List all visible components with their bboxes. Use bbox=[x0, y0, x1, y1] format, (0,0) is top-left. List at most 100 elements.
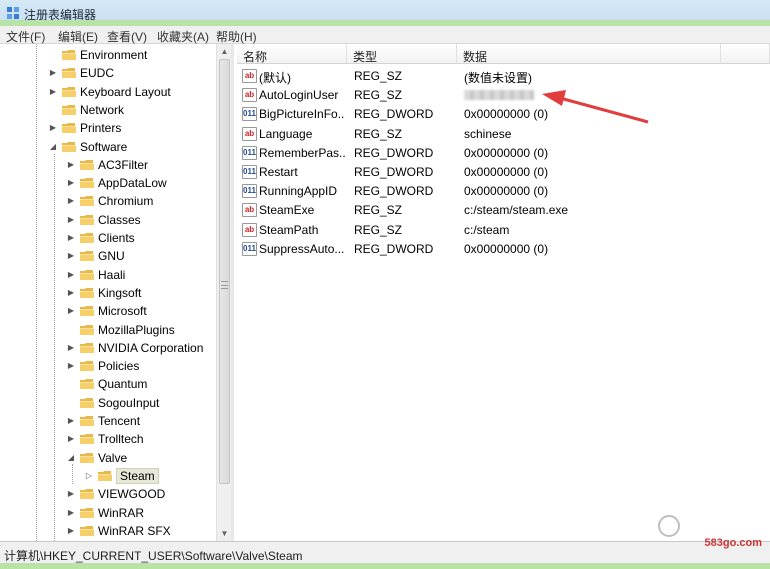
expand-arrow-icon bbox=[66, 325, 76, 335]
tree-item[interactable]: ▶ NVIDIA Corporation bbox=[66, 339, 203, 357]
tree-item[interactable]: ▶ Printers bbox=[48, 119, 121, 137]
menu-file[interactable]: 文件(F) bbox=[6, 28, 45, 45]
expand-arrow-icon[interactable]: ▶ bbox=[66, 489, 76, 499]
scroll-thumb[interactable] bbox=[219, 59, 230, 484]
tree-item[interactable]: ▶ Keyboard Layout bbox=[48, 83, 171, 101]
expand-arrow-icon[interactable]: ▶ bbox=[66, 196, 76, 206]
tree-item[interactable]: ▶ WinRAR SFX bbox=[66, 522, 171, 540]
tree-item[interactable]: ▶ VIEWGOOD bbox=[66, 485, 165, 503]
expand-arrow-icon[interactable]: ▷ bbox=[84, 471, 94, 481]
tree-item[interactable]: ▶ WinRAR bbox=[66, 504, 144, 522]
expand-arrow-icon[interactable]: ▶ bbox=[66, 361, 76, 371]
tree-item[interactable]: ◢ Valve bbox=[66, 449, 127, 467]
tree-item-label-wrap: Printers bbox=[80, 121, 121, 135]
expand-arrow-icon[interactable]: ▶ bbox=[66, 416, 76, 426]
scroll-up-arrow-icon[interactable]: ▲ bbox=[217, 44, 232, 59]
menu-edit[interactable]: 编辑(E) bbox=[58, 28, 98, 45]
tree-item[interactable]: Quantum bbox=[66, 375, 147, 393]
value-data-cell: schinese bbox=[464, 126, 512, 141]
tree-item[interactable]: ▶ Trolltech bbox=[66, 430, 144, 448]
expand-arrow-icon[interactable]: ▶ bbox=[66, 270, 76, 280]
tree-item[interactable]: ▶ GNU bbox=[66, 247, 125, 265]
expand-arrow-icon[interactable]: ▶ bbox=[66, 306, 76, 316]
collapse-arrow-icon[interactable]: ◢ bbox=[48, 142, 58, 152]
tree-item[interactable]: ▶ Kingsoft bbox=[66, 284, 141, 302]
tree-item[interactable]: ▷ Steam bbox=[84, 467, 159, 485]
tree-item[interactable]: Network bbox=[48, 101, 124, 119]
value-name-cell: Restart bbox=[259, 165, 298, 179]
value-type-cell: REG_SZ bbox=[354, 126, 403, 141]
folder-icon bbox=[80, 233, 94, 243]
tree-item[interactable]: ▶ Classes bbox=[66, 211, 141, 229]
tree-item[interactable]: ▶ Microsoft bbox=[66, 302, 147, 320]
tree-item-label: VIEWGOOD bbox=[98, 487, 166, 502]
folder-icon bbox=[80, 434, 94, 445]
value-row[interactable]: 011 Restart REG_DWORD 0x00000000 (0) bbox=[237, 163, 770, 182]
expand-arrow-icon[interactable]: ▶ bbox=[66, 160, 76, 170]
tree-scrollbar[interactable]: ▲ ▼ bbox=[216, 44, 231, 541]
tree-item[interactable]: MozillaPlugins bbox=[66, 321, 175, 339]
expand-arrow-icon[interactable]: ▶ bbox=[66, 288, 76, 298]
value-row[interactable]: 011 SuppressAuto... REG_DWORD 0x00000000 (0… bbox=[237, 240, 770, 259]
expand-arrow-icon[interactable]: ▶ bbox=[66, 434, 76, 444]
value-row[interactable]: ab AutoLoginUser REG_SZ bbox=[237, 86, 770, 105]
tree-item[interactable]: Environment bbox=[48, 46, 147, 64]
tree-item-label-wrap: VIEWGOOD bbox=[98, 487, 165, 501]
tree-item-label-wrap: WinRAR SFX bbox=[98, 524, 171, 538]
expand-arrow-icon[interactable]: ▶ bbox=[66, 526, 76, 536]
tree-item-label-wrap: Trolltech bbox=[98, 432, 144, 446]
tree-item[interactable]: ▶ Tencent bbox=[66, 412, 140, 430]
column-header-name[interactable]: 名称 bbox=[237, 44, 347, 64]
values-list[interactable]: 名称 类型 数据 ab (默认) REG_SZ (数值未设置) ab AutoLoginU… bbox=[237, 44, 770, 541]
tree-item-label: Clients bbox=[98, 231, 135, 245]
value-row[interactable]: 011 BigPictureInFo... REG_DWORD 0x00000000 … bbox=[237, 105, 770, 124]
expand-arrow-icon[interactable]: ▶ bbox=[48, 68, 58, 78]
tree-item-label: MozillaPlugins bbox=[98, 322, 175, 337]
menu-favorites[interactable]: 收藏夹(A) bbox=[157, 28, 209, 45]
value-data-cell: c:/steam/steam.exe bbox=[464, 203, 569, 218]
tree-item[interactable]: ▶ AppDataLow bbox=[66, 174, 167, 192]
tree-item-label: Valve bbox=[98, 450, 128, 465]
tree-item-label: GNU bbox=[98, 249, 125, 264]
collapse-arrow-icon[interactable]: ◢ bbox=[66, 453, 76, 463]
expand-arrow-icon[interactable]: ▶ bbox=[66, 178, 76, 188]
tree-item-label-wrap: Valve bbox=[98, 451, 127, 465]
expand-arrow-icon[interactable]: ▶ bbox=[66, 343, 76, 353]
tree-item-label-wrap: Quantum bbox=[98, 377, 147, 391]
expand-arrow-icon[interactable]: ▶ bbox=[66, 233, 76, 243]
column-header-type[interactable]: 类型 bbox=[347, 44, 457, 64]
expand-arrow-icon[interactable]: ▶ bbox=[48, 87, 58, 97]
value-row[interactable]: ab Language REG_SZ schinese bbox=[237, 125, 770, 144]
expand-arrow-icon[interactable]: ▶ bbox=[48, 123, 58, 133]
value-row[interactable]: ab SteamExe REG_SZ c:/steam/steam.exe bbox=[237, 201, 770, 220]
scroll-down-arrow-icon[interactable]: ▼ bbox=[217, 526, 232, 541]
tree-item[interactable]: ▶ Clients bbox=[66, 229, 135, 247]
tree-item-label-wrap: Microsoft bbox=[98, 304, 147, 318]
value-row[interactable]: 011 RememberPas... REG_DWORD 0x00000000 (0) bbox=[237, 144, 770, 163]
tree-item[interactable]: ◢ Software bbox=[48, 138, 127, 156]
expand-arrow-icon[interactable]: ▶ bbox=[66, 508, 76, 518]
tree-item-label: Kingsoft bbox=[98, 285, 142, 300]
value-row[interactable]: ab (默认) REG_SZ (数值未设置) bbox=[237, 67, 770, 86]
value-data-cell: 0x00000000 (0) bbox=[464, 241, 549, 256]
tree-item[interactable]: ▶ Policies bbox=[66, 357, 139, 375]
binary-value-icon: 011 bbox=[242, 184, 257, 199]
expand-arrow-icon bbox=[48, 50, 58, 60]
value-row[interactable]: ab SteamPath REG_SZ c:/steam bbox=[237, 221, 770, 240]
value-row[interactable]: 011 RunningAppID REG_DWORD 0x00000000 (0) bbox=[237, 182, 770, 201]
tree-item[interactable]: SogouInput bbox=[66, 394, 159, 412]
watermark-text: 583go.com bbox=[704, 537, 762, 549]
registry-editor-icon bbox=[7, 7, 19, 19]
menu-help[interactable]: 帮助(H) bbox=[216, 28, 257, 45]
menu-view[interactable]: 查看(V) bbox=[107, 28, 147, 45]
tree-item[interactable]: ▶ EUDC bbox=[48, 64, 114, 82]
expand-arrow-icon[interactable]: ▶ bbox=[66, 251, 76, 261]
column-header-data[interactable]: 数据 bbox=[457, 44, 721, 64]
folder-icon bbox=[80, 178, 94, 189]
tree-item-label-wrap: MozillaPlugins bbox=[98, 323, 175, 337]
registry-tree[interactable]: Environment ▶ EUDC ▶ Keyboard Layout Network ▶… bbox=[0, 44, 234, 541]
tree-item[interactable]: ▶ Haali bbox=[66, 266, 125, 284]
tree-item[interactable]: ▶ AC3Filter bbox=[66, 156, 148, 174]
tree-item[interactable]: ▶ Chromium bbox=[66, 192, 153, 210]
expand-arrow-icon[interactable]: ▶ bbox=[66, 215, 76, 225]
